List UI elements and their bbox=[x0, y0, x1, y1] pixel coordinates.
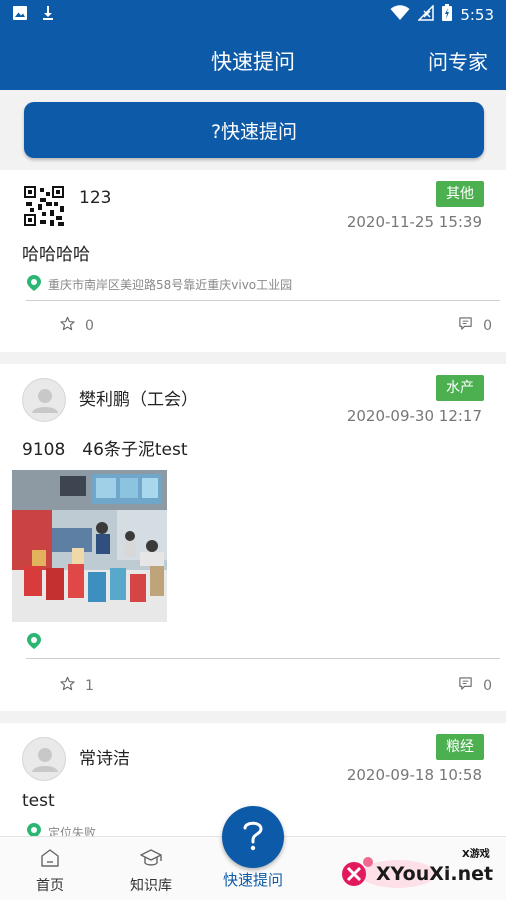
like-button[interactable]: 0 bbox=[60, 316, 94, 335]
post-username: 常诗洁 bbox=[79, 749, 130, 769]
ask-expert-button[interactable]: 问专家 bbox=[428, 46, 488, 75]
tab-quick-ask[interactable]: 快速提问 bbox=[203, 869, 303, 890]
watermark-brand: XYouXi.net bbox=[376, 863, 493, 885]
avatar bbox=[22, 378, 66, 422]
location-pin-icon bbox=[26, 632, 42, 653]
watermark-logo: X游戏 XYouXi.net bbox=[338, 844, 500, 892]
post-content: 9108 46条子泥test bbox=[22, 440, 188, 460]
status-time: 5:53 bbox=[460, 5, 494, 24]
comment-icon bbox=[458, 316, 473, 335]
post-username: 樊利鹏（工会） bbox=[79, 390, 198, 410]
wifi-icon bbox=[390, 4, 410, 25]
location-pin-icon bbox=[26, 274, 42, 295]
signal-icon bbox=[417, 3, 435, 25]
like-count: 1 bbox=[85, 677, 94, 694]
post-time: 2020-09-18 10:58 bbox=[346, 766, 482, 784]
post-location bbox=[26, 632, 48, 653]
tab-home[interactable]: 首页 bbox=[0, 847, 100, 895]
mortarboard-icon bbox=[101, 847, 201, 873]
category-badge: 粮经 bbox=[436, 734, 484, 760]
avatar bbox=[22, 184, 66, 228]
location-text: 重庆市南岸区美迎路58号靠近重庆vivo工业园 bbox=[48, 278, 293, 292]
comment-count: 0 bbox=[483, 317, 492, 334]
tab-knowledge[interactable]: 知识库 bbox=[101, 847, 201, 895]
comment-count: 0 bbox=[483, 677, 492, 694]
post-time: 2020-09-30 12:17 bbox=[346, 407, 482, 425]
avatar bbox=[22, 737, 66, 781]
star-icon bbox=[60, 676, 75, 695]
status-bar: 5:53 bbox=[0, 0, 506, 28]
app-bar: 快速提问 问专家 bbox=[0, 28, 506, 90]
post-time: 2020-11-25 15:39 bbox=[346, 213, 482, 231]
tab-label: 首页 bbox=[36, 878, 64, 894]
category-badge: 水产 bbox=[436, 375, 484, 401]
watermark-sub: X游戏 bbox=[462, 847, 490, 860]
question-icon bbox=[238, 817, 268, 857]
comment-icon bbox=[458, 676, 473, 695]
post-card[interactable]: 123 其他 2020-11-25 15:39 哈哈哈哈 重庆市南岸区美迎路58… bbox=[0, 170, 506, 352]
home-icon bbox=[0, 847, 100, 873]
category-badge: 其他 bbox=[436, 181, 484, 207]
star-icon bbox=[60, 316, 75, 335]
post-card[interactable]: 樊利鹏（工会） 水产 2020-09-30 12:17 9108 46条子泥te… bbox=[0, 364, 506, 711]
battery-icon bbox=[442, 4, 453, 25]
quick-ask-fab[interactable] bbox=[222, 806, 284, 868]
comment-button[interactable]: 0 bbox=[458, 676, 492, 695]
post-location: 重庆市南岸区美迎路58号靠近重庆vivo工业园 bbox=[26, 274, 292, 295]
tab-label: 知识库 bbox=[130, 878, 172, 894]
post-content: 哈哈哈哈 bbox=[22, 245, 90, 265]
like-count: 0 bbox=[85, 317, 94, 334]
post-image[interactable] bbox=[12, 470, 167, 622]
like-button[interactable]: 1 bbox=[60, 676, 94, 695]
post-username: 123 bbox=[79, 188, 112, 208]
image-notification-icon bbox=[12, 5, 28, 25]
post-content: test bbox=[22, 791, 55, 811]
download-notification-icon bbox=[40, 5, 56, 25]
ask-button-container: ?快速提问 bbox=[0, 90, 506, 168]
comment-button[interactable]: 0 bbox=[458, 316, 492, 335]
tab-label: 快速提问 bbox=[222, 871, 283, 889]
divider bbox=[26, 300, 500, 301]
divider bbox=[26, 658, 500, 659]
quick-ask-button[interactable]: ?快速提问 bbox=[24, 102, 484, 158]
